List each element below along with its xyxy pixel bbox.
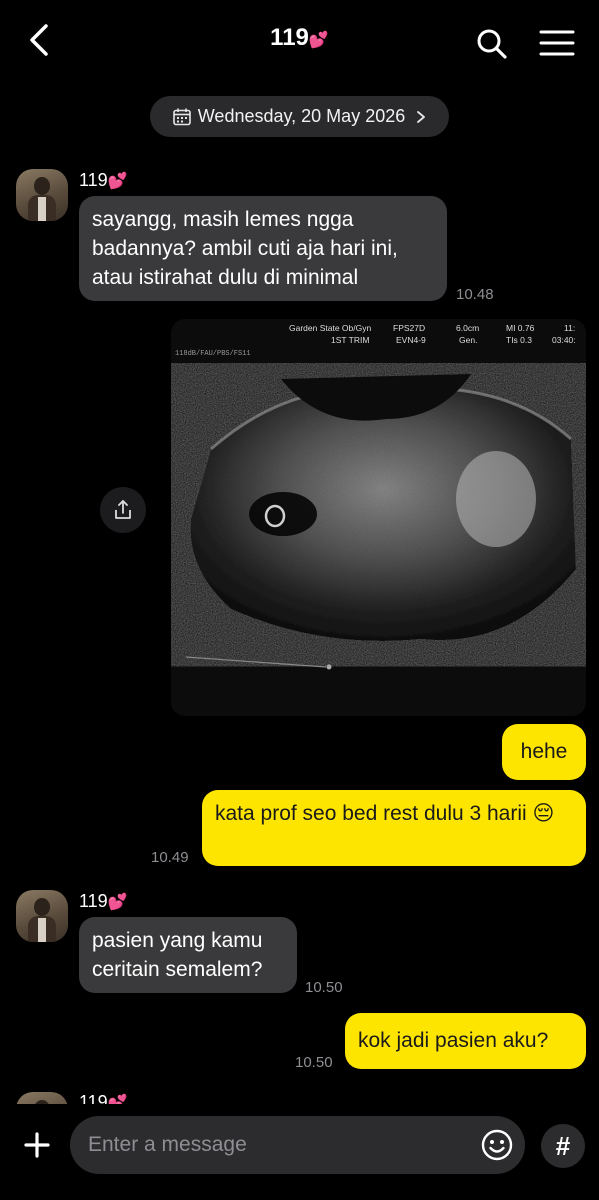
message-time: 10.48: [456, 286, 494, 303]
incoming-message-bubble[interactable]: pasien yang kamu ceritain semalem?: [79, 917, 297, 993]
avatar[interactable]: [16, 890, 68, 942]
date-divider[interactable]: Wednesday, 20 May 2026: [150, 96, 449, 137]
hashtag-button[interactable]: #: [541, 1124, 585, 1168]
avatar[interactable]: [16, 169, 68, 221]
chat-header: 119💕: [0, 0, 599, 84]
svg-text:11:: 11:: [564, 323, 575, 333]
emoji-icon[interactable]: [480, 1128, 514, 1162]
plus-icon[interactable]: [18, 1126, 56, 1164]
message-composer: #: [0, 1104, 599, 1200]
outgoing-message-bubble[interactable]: hehe: [502, 724, 586, 780]
ultrasound-image[interactable]: Garden State Ob/Gyn FPS27D 6.0cm MI 0.76…: [171, 319, 586, 716]
chevron-right-icon: [417, 110, 426, 123]
svg-text:118dB/FAU/PBS/FS11: 118dB/FAU/PBS/FS11: [175, 350, 251, 358]
outgoing-message-bubble[interactable]: kok jadi pasien aku?: [345, 1013, 586, 1069]
menu-icon[interactable]: [538, 26, 576, 60]
date-label: Wednesday, 20 May 2026: [197, 106, 406, 126]
sender-name: 119💕: [79, 891, 128, 911]
chat-title-text: 119: [270, 24, 309, 51]
outgoing-message-bubble[interactable]: kata prof seo bed rest dulu 3 harii 😔: [202, 790, 586, 866]
message-input[interactable]: [70, 1116, 525, 1174]
avatar[interactable]: [16, 1092, 68, 1104]
search-icon[interactable]: [474, 26, 510, 62]
calendar-icon: [172, 108, 191, 125]
svg-text:Gen.: Gen.: [459, 335, 477, 345]
message-time: 10.50: [305, 979, 343, 996]
svg-text:FPS27D: FPS27D: [393, 323, 425, 333]
svg-text:03:40:: 03:40:: [552, 335, 576, 345]
svg-text:MI 0.76: MI 0.76: [506, 323, 535, 333]
sender-name: 119💕: [79, 1092, 128, 1104]
incoming-message-bubble[interactable]: sayangg, masih lemes ngga badannya? ambi…: [79, 196, 447, 301]
share-icon[interactable]: [100, 487, 146, 533]
partial-next-message: 119💕: [0, 1088, 599, 1104]
sender-name: 119💕: [79, 170, 128, 190]
svg-text:TIs 0.3: TIs 0.3: [506, 335, 532, 345]
svg-text:1ST TRIM: 1ST TRIM: [331, 335, 369, 345]
svg-text:EVN4-9: EVN4-9: [396, 335, 426, 345]
ultrasound-clinic: Garden State Ob/Gyn: [289, 323, 371, 333]
message-time: 10.49: [151, 849, 189, 866]
svg-text:6.0cm: 6.0cm: [456, 323, 479, 333]
message-time: 10.50: [295, 1054, 333, 1071]
heart-emoji: 💕: [308, 32, 329, 49]
